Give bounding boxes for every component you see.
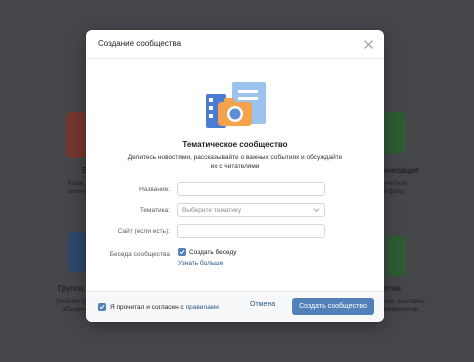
community-type-description: Делитесь новостями, рассказывайте о важн…: [127, 154, 343, 170]
learn-more-link[interactable]: Узнать больше: [178, 260, 223, 267]
create-community-button[interactable]: Создать сообщество: [292, 298, 374, 315]
agree-rules-text: Я прочитал и согласен с: [110, 304, 184, 311]
community-type-title: Тематическое сообщество: [182, 140, 288, 149]
create-chat-checkbox[interactable]: [178, 248, 186, 256]
site-row: Сайт (если есть):: [86, 224, 384, 240]
cancel-button[interactable]: Отмена: [250, 301, 275, 308]
topic-row: Тематика: Выберите тематику: [86, 203, 384, 219]
close-icon: [363, 39, 373, 49]
dialog-footer: Я прочитал и согласен с правилами Отмена…: [86, 291, 384, 322]
agree-rules-checkbox[interactable]: [98, 303, 106, 311]
agree-rules-label: Я прочитал и согласен с правилами: [110, 304, 219, 311]
site-input[interactable]: [177, 224, 325, 238]
topic-select-placeholder: Выберите тематику: [182, 207, 242, 214]
name-input[interactable]: [177, 182, 325, 196]
dialog-title: Создание сообщества: [98, 39, 182, 48]
create-community-dialog: Создание сообщества Тематическое сообщес…: [86, 30, 384, 322]
community-chat-row: Беседа сообщества Создать беседу: [86, 247, 384, 263]
site-label: Сайт (если есть):: [117, 228, 170, 235]
community-chat-label: Беседа сообщества: [109, 251, 170, 258]
topic-select[interactable]: Выберите тематику: [177, 203, 325, 217]
dialog-header: Создание сообщества: [86, 30, 384, 59]
chevron-down-icon: [313, 208, 320, 213]
checkmark-icon: [99, 305, 105, 310]
rules-link[interactable]: правилами: [186, 304, 219, 311]
thematic-community-illustration: [206, 82, 266, 128]
name-row: Название:: [86, 182, 384, 198]
topic-label: Тематика:: [139, 207, 170, 214]
create-chat-label[interactable]: Создать беседу: [189, 249, 237, 256]
close-button[interactable]: [360, 36, 376, 52]
name-label: Название:: [139, 186, 170, 193]
checkmark-icon: [179, 250, 185, 255]
